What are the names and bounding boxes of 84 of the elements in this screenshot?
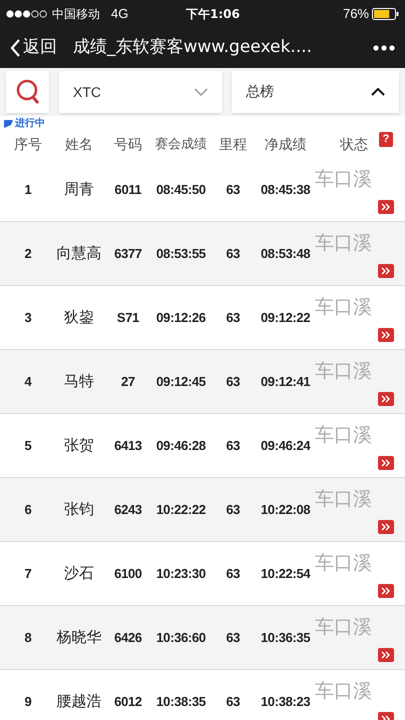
table-cell-text: 6 (24, 500, 32, 519)
table-cell-text: 10:23:30 (155, 564, 207, 583)
table-cell-text: 63 (225, 564, 241, 583)
table-cell-text: 10:22:22 (155, 500, 207, 519)
column-header: 净成绩 (264, 136, 308, 154)
table-cell-text: 9 (24, 692, 32, 711)
table-cell-text: 8 (24, 628, 32, 647)
table-cell-text: 09:12:26 (155, 308, 207, 327)
table-cell-text: 车口溪 (315, 618, 373, 637)
table-cell-text: 63 (225, 628, 241, 647)
column-header: 序号 (13, 136, 43, 154)
table-cell-text: 27 (120, 372, 136, 391)
table-cell-text: 车口溪 (315, 234, 373, 253)
table-cell-text: 4 (24, 372, 33, 391)
table-cell-text: 车口溪 (315, 170, 373, 189)
table-cell-text: 马特 (63, 371, 95, 392)
table-cell-text: 63 (225, 436, 241, 455)
table-cell-text: 63 (225, 180, 241, 199)
table-cell-text: 车口溪 (315, 426, 373, 445)
board-select[interactable]: 总榜 (232, 71, 399, 113)
table-cell-text: 6011 (114, 180, 142, 199)
table-cell-text: 1 (24, 180, 32, 199)
table-row[interactable]: 6 张钧 6243 10:22:22 63 10:22:08 车口溪 (0, 478, 405, 542)
table-cell-text: 向慧高 (56, 243, 102, 264)
table-cell-text: 6012 (113, 692, 143, 711)
table-cell-text: 10:38:35 (155, 692, 207, 711)
table-cell-text: 腰越浩 (56, 691, 102, 712)
table-cell-text: 63 (225, 500, 241, 519)
column-header: 里程 (218, 136, 248, 154)
event-select[interactable]: XTC (59, 71, 222, 113)
back-button[interactable]: 返回 (10, 35, 57, 61)
table-cell-text: 08:45:50 (155, 180, 207, 199)
table-cell-text: 63 (225, 244, 241, 263)
table-cell-text: 车口溪 (315, 682, 373, 701)
table-cell-text: 63 (225, 372, 241, 391)
column-header: 号码 (113, 136, 143, 154)
table-cell-text: 沙石 (63, 563, 95, 584)
table-cell-text: 63 (225, 692, 241, 711)
status-label: 进行中 (15, 119, 45, 129)
table-cell-text: 08:53:55 (155, 244, 207, 263)
table-cell-text: 09:46:28 (155, 436, 207, 455)
table-cell-text: 杨晓华 (56, 627, 102, 648)
table-cell-text: 08:53:48 (260, 244, 312, 263)
table-cell-text: 2 (24, 244, 32, 263)
table-cell-text: 10:36:35 (260, 628, 312, 647)
table-cell-text: 09:12:41 (260, 372, 312, 391)
table-cell-text: 10:22:08 (260, 500, 312, 519)
table-cell-text: 5 (24, 436, 32, 455)
table-cell-text: 10:38:23 (260, 692, 312, 711)
table-cell-text: 狄鋆 (63, 307, 95, 328)
table-cell-text: 6100 (113, 564, 143, 583)
table-row[interactable]: 8 杨晓华 6426 10:36:60 63 10:36:35 车口溪 (0, 606, 405, 670)
table-cell-text: 车口溪 (315, 554, 373, 573)
table-cell-text: 6426 (113, 628, 143, 647)
column-header: 赛会成绩 (154, 136, 208, 154)
table-cell-text: 3 (24, 308, 32, 327)
table-cell-text: 63 (225, 308, 241, 327)
table-cell-text: 10:36:60 (155, 628, 207, 647)
table-cell-text: 6243 (113, 500, 143, 519)
clock-label: 下午1:06 (186, 6, 240, 23)
table-cell-text: 6413 (113, 436, 143, 455)
table-cell-text: 张钧 (63, 499, 95, 520)
column-header: 姓名 (64, 136, 94, 154)
network-label: 4G (111, 5, 128, 24)
table-row[interactable]: 2 向慧高 6377 08:53:55 63 08:53:48 车口溪 (0, 222, 405, 286)
table-cell-text: 09:46:24 (260, 436, 312, 455)
help-icon[interactable]: ? (379, 132, 393, 146)
battery-percent: 76% (342, 5, 369, 24)
page-title: 成绩_东软赛客www.geexek.... (73, 36, 312, 60)
table-cell-text: 7 (24, 564, 32, 583)
table-cell-text: 周青 (63, 179, 95, 200)
table-row[interactable]: 4 马特 27 09:12:45 63 09:12:41 车口溪 (0, 350, 405, 414)
table-cell-text: 08:45:38 (260, 180, 312, 199)
table-cell-text: 车口溪 (315, 298, 373, 317)
column-header: 状态 (339, 136, 369, 154)
table-cell-text: 张贺 (63, 435, 95, 456)
table-cell-text: 09:12:22 (260, 308, 312, 327)
table-cell-text: 10:22:54 (260, 564, 312, 583)
carrier-label: 中国移动 (52, 6, 100, 23)
table-cell-text: S71 (116, 308, 140, 327)
table-cell-text: 车口溪 (315, 490, 373, 509)
table-cell-text: 车口溪 (315, 362, 373, 381)
table-cell-text: 6377 (113, 244, 143, 263)
table-cell-text: 09:12:45 (155, 372, 207, 391)
